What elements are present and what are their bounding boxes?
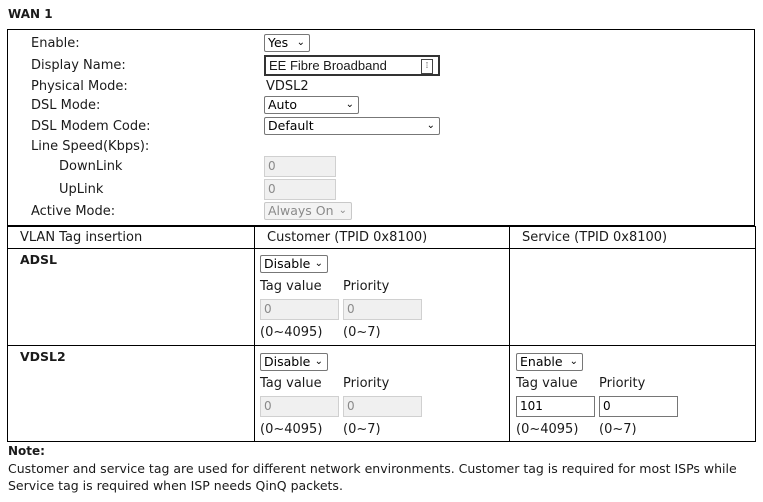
- chevron-down-icon: ⌄: [338, 205, 347, 216]
- vdsl2-customer-tag-range: (0~4095): [260, 422, 323, 437]
- adsl-priority-range: (0~7): [343, 325, 381, 340]
- enable-select[interactable]: Yes ⌄: [264, 34, 310, 52]
- uplink-label: UpLink: [59, 182, 104, 197]
- adsl-row-label-cell: ADSL: [7, 248, 255, 346]
- uplink-input[interactable]: 0: [264, 179, 336, 200]
- display-name-value: EE Fibre Broadband: [269, 58, 387, 73]
- enable-select-value: Yes: [268, 35, 289, 50]
- vdsl2-label: VDSL2: [20, 349, 66, 364]
- active-mode-label: Active Mode:: [31, 204, 116, 219]
- vdsl2-customer-tag-value-label: Tag value: [260, 376, 322, 391]
- chevron-down-icon: ⌄: [314, 258, 323, 269]
- vdsl2-customer-priority-range: (0~7): [343, 422, 381, 437]
- vdsl2-customer-priority-input[interactable]: 0: [343, 396, 422, 417]
- customer-tpid-header: Customer (TPID 0x8100): [267, 230, 428, 245]
- vdsl2-service-state-select[interactable]: Enable ⌄: [516, 353, 583, 371]
- chevron-down-icon: ⌄: [314, 356, 323, 367]
- dsl-mode-select[interactable]: Auto ⌄: [264, 96, 359, 114]
- vlan-tag-table: VLAN Tag insertion Customer (TPID 0x8100…: [7, 226, 756, 442]
- password-manager-icon[interactable]: ⁞: [421, 59, 433, 74]
- vdsl2-customer-state-value: Disable: [264, 354, 311, 369]
- vdsl2-customer-cell: Disable ⌄ Tag value Priority 0 0 (0~4095…: [254, 345, 510, 442]
- service-tpid-header: Service (TPID 0x8100): [522, 230, 668, 245]
- adsl-customer-state-select[interactable]: Disable ⌄: [260, 255, 328, 273]
- active-mode-select[interactable]: Always On ⌄: [264, 202, 352, 220]
- adsl-tag-range: (0~4095): [260, 325, 323, 340]
- adsl-customer-priority-input[interactable]: 0: [343, 299, 422, 320]
- dsl-mode-select-value: Auto: [268, 97, 298, 112]
- adsl-service-cell: [509, 248, 756, 346]
- vdsl2-service-tag-range: (0~4095): [516, 422, 579, 437]
- chevron-down-icon: ⌄: [296, 37, 305, 48]
- adsl-customer-state-value: Disable: [264, 256, 311, 271]
- adsl-tag-value-label: Tag value: [260, 279, 322, 294]
- dsl-mode-label: DSL Mode:: [31, 98, 101, 113]
- chevron-down-icon: ⌄: [345, 99, 354, 110]
- dsl-modem-code-label: DSL Modem Code:: [31, 119, 151, 134]
- vdsl2-customer-tag-input[interactable]: 0: [260, 396, 339, 417]
- downlink-input[interactable]: 0: [264, 156, 336, 177]
- adsl-priority-label: Priority: [343, 279, 390, 294]
- adsl-customer-tag-input[interactable]: 0: [260, 299, 339, 320]
- note-text: Customer and service tag are used for di…: [8, 461, 737, 493]
- customer-header-cell: Customer (TPID 0x8100): [254, 226, 510, 249]
- vdsl2-service-priority-label: Priority: [599, 376, 646, 391]
- line-speed-label: Line Speed(Kbps):: [31, 139, 150, 154]
- enable-label: Enable:: [31, 36, 80, 51]
- dsl-modem-code-select-value: Default: [268, 118, 314, 133]
- chevron-down-icon: ⌄: [426, 120, 435, 131]
- active-mode-select-value: Always On: [268, 203, 334, 218]
- vdsl2-service-cell: Enable ⌄ Tag value Priority 101 0 (0~409…: [509, 345, 756, 442]
- dsl-modem-code-select[interactable]: Default ⌄: [264, 117, 440, 135]
- physical-mode-label: Physical Mode:: [31, 79, 128, 94]
- vdsl2-customer-state-select[interactable]: Disable ⌄: [260, 353, 328, 371]
- vdsl2-service-state-value: Enable: [520, 354, 563, 369]
- adsl-customer-cell: Disable ⌄ Tag value Priority 0 0 (0~4095…: [254, 248, 510, 346]
- display-name-input[interactable]: EE Fibre Broadband ⁞: [264, 55, 440, 76]
- vlan-tag-insertion-header: VLAN Tag insertion: [20, 230, 143, 245]
- physical-mode-value: VDSL2: [266, 79, 309, 94]
- section-title: WAN 1: [8, 7, 53, 21]
- vdsl2-service-priority-input[interactable]: 0: [599, 396, 678, 417]
- vdsl2-row-label-cell: VDSL2: [7, 345, 255, 442]
- display-name-label: Display Name:: [31, 58, 126, 73]
- note-heading: Note:: [8, 444, 45, 458]
- vdsl2-customer-priority-label: Priority: [343, 376, 390, 391]
- vdsl2-service-tag-value-label: Tag value: [516, 376, 578, 391]
- service-header-cell: Service (TPID 0x8100): [509, 226, 756, 249]
- vdsl2-service-priority-range: (0~7): [599, 422, 637, 437]
- downlink-label: DownLink: [59, 159, 123, 174]
- vdsl2-service-tag-input[interactable]: 101: [516, 396, 595, 417]
- adsl-label: ADSL: [20, 252, 58, 267]
- vlan-header-cell: VLAN Tag insertion: [7, 226, 255, 249]
- chevron-down-icon: ⌄: [569, 356, 578, 367]
